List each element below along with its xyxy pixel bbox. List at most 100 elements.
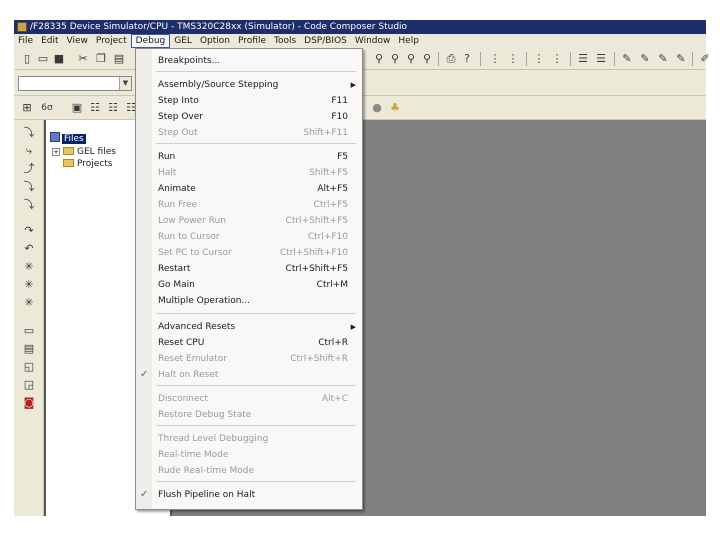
watch-icon[interactable]: 6σ [40, 101, 54, 115]
edit-tool-icon[interactable]: ✎ [620, 52, 634, 66]
chevron-down-icon[interactable]: ▼ [119, 77, 131, 90]
menu-item-reset-emulator[interactable]: Reset Emulator Ctrl+Shift+R [136, 351, 362, 367]
run-icon[interactable]: ↷ [21, 224, 37, 238]
menu-item-run[interactable]: Run F5 [136, 149, 362, 165]
step-out-icon[interactable]: ⤴ [21, 162, 37, 176]
menu-bar: File Edit View Project Debug GEL Option Profile… [14, 34, 706, 48]
menu-item-shortcut: Ctrl+Shift+F10 [279, 248, 348, 258]
outdent-icon[interactable]: ⋮ [550, 52, 564, 66]
menu-item-reset-cpu[interactable]: Reset CPU Ctrl+R [136, 335, 362, 351]
window-list-icon[interactable]: ⊞ [20, 101, 34, 115]
menu-tools[interactable]: Tools [270, 34, 300, 48]
tree-root-label[interactable]: Files [62, 134, 86, 144]
tree-item-projects[interactable]: Projects [63, 158, 112, 171]
menu-gel[interactable]: GEL [170, 34, 196, 48]
menu-profile[interactable]: Profile [234, 34, 270, 48]
menu-separator [156, 143, 356, 144]
menu-item-step-over[interactable]: Step Over F10 [136, 109, 362, 125]
menu-item-run-free[interactable]: Run Free Ctrl+F5 [136, 197, 362, 213]
menu-item-label: Breakpoints... [158, 56, 221, 66]
open-folder-icon[interactable]: ▭ [36, 52, 50, 66]
compile-icon[interactable]: ▣ [70, 101, 84, 115]
record-icon[interactable]: ◙ [21, 396, 37, 410]
menu-view[interactable]: View [63, 34, 92, 48]
menu-item-step-out[interactable]: Step Out Shift+F11 [136, 125, 362, 141]
multi-op-icon[interactable]: ✳ [21, 296, 37, 310]
menu-item-real-time-mode[interactable]: Real-time Mode [136, 447, 362, 463]
menu-debug[interactable]: Debug [130, 34, 171, 48]
menu-window[interactable]: Window [351, 34, 395, 48]
breakpoint-icon[interactable]: ● [370, 101, 384, 115]
print-icon[interactable]: ⎙ [444, 52, 458, 66]
menu-item-halt[interactable]: Halt Shift+F5 [136, 165, 362, 181]
paste-icon[interactable]: ▤ [112, 52, 126, 66]
menu-item-thread-level-debugging[interactable]: Thread Level Debugging [136, 431, 362, 447]
bookmark-next-icon[interactable]: ⋮ [506, 52, 520, 66]
find-icon[interactable]: ⚲ [372, 52, 386, 66]
menu-item-run-to-cursor[interactable]: Run to Cursor Ctrl+F10 [136, 229, 362, 245]
menu-item-step-into[interactable]: Step Into F11 [136, 93, 362, 109]
indent-icon[interactable]: ⋮ [532, 52, 546, 66]
align-right-icon[interactable]: ☰ [594, 52, 608, 66]
menu-item-set-pc-to-cursor[interactable]: Set PC to Cursor Ctrl+Shift+F10 [136, 245, 362, 261]
menu-item-rude-real-time-mode[interactable]: Rude Real-time Mode [136, 463, 362, 479]
menu-item-label: Halt on Reset [158, 370, 219, 380]
halt-icon[interactable]: ↶ [21, 242, 37, 256]
find-prev-icon[interactable]: ⚲ [404, 52, 418, 66]
menu-item-breakpoints[interactable]: Breakpoints... [136, 53, 362, 69]
menu-edit[interactable]: Edit [37, 34, 62, 48]
folder-icon [63, 147, 74, 155]
menu-item-disconnect[interactable]: Disconnect Alt+C [136, 391, 362, 407]
save-icon[interactable]: ■ [52, 52, 66, 66]
step-over-icon[interactable]: ⤷ [21, 144, 37, 158]
probe-point-icon[interactable]: ♣ [388, 101, 402, 115]
menu-project[interactable]: Project [92, 34, 131, 48]
menu-item-restore-debug-state[interactable]: Restore Debug State [136, 407, 362, 423]
cut-icon[interactable]: ✂ [76, 52, 90, 66]
copy-icon[interactable]: ❐ [94, 52, 108, 66]
menu-item-go-main[interactable]: Go Main Ctrl+M [136, 277, 362, 293]
menu-item-assembly-source-stepping[interactable]: Assembly/Source Stepping ▶ [136, 77, 362, 93]
call-stack-icon[interactable]: ◲ [21, 378, 37, 392]
menu-item-low-power-run[interactable]: Low Power Run Ctrl+Shift+F5 [136, 213, 362, 229]
tree-item-label[interactable]: Projects [77, 159, 112, 169]
toolbar-divider [570, 52, 571, 66]
menu-dsp-bios[interactable]: DSP/BIOS [300, 34, 351, 48]
registers-icon[interactable]: ▭ [21, 324, 37, 338]
bookmark-icon[interactable]: ⋮ [488, 52, 502, 66]
tree-item-label[interactable]: GEL files [77, 147, 116, 157]
rebuild-icon[interactable]: ☷ [106, 101, 120, 115]
menu-item-multiple-operation[interactable]: Multiple Operation... [136, 293, 362, 309]
disassembly-icon[interactable]: ◱ [21, 360, 37, 374]
tool-icon[interactable]: ✐ [698, 52, 712, 66]
menu-item-halt-on-reset[interactable]: ✓ Halt on Reset [136, 367, 362, 383]
run-to-cursor-icon[interactable]: ⤵ [21, 180, 37, 194]
edit-tool-4-icon[interactable]: ✎ [674, 52, 688, 66]
run-free-icon[interactable]: ✳ [21, 278, 37, 292]
window-title: /F28335 Device Simulator/CPU - TMS320C28… [30, 22, 408, 32]
step-into-icon[interactable]: ⤵ [21, 126, 37, 140]
find-in-files-icon[interactable]: ⚲ [420, 52, 434, 66]
find-next-icon[interactable]: ⚲ [388, 52, 402, 66]
build-icon[interactable]: ☷ [88, 101, 102, 115]
set-pc-icon[interactable]: ⤵ [21, 198, 37, 212]
menu-file[interactable]: File [14, 34, 37, 48]
edit-tool-2-icon[interactable]: ✎ [638, 52, 652, 66]
app-icon [17, 22, 27, 32]
menu-item-flush-pipeline-on-halt[interactable]: ✓ Flush Pipeline on Halt [136, 487, 362, 503]
expand-icon[interactable]: + [52, 148, 60, 156]
animate-icon[interactable]: ✳ [21, 260, 37, 274]
menu-help[interactable]: Help [394, 34, 423, 48]
project-select[interactable]: ▼ [18, 76, 132, 91]
menu-option[interactable]: Option [196, 34, 234, 48]
context-help-icon[interactable]: ? [460, 52, 474, 66]
menu-item-label: Real-time Mode [158, 450, 229, 460]
new-file-icon[interactable]: ▯ [20, 52, 34, 66]
memory-icon[interactable]: ▤ [21, 342, 37, 356]
tree-root[interactable]: Files [50, 132, 86, 145]
align-left-icon[interactable]: ☰ [576, 52, 590, 66]
menu-item-advanced-resets[interactable]: Advanced Resets ▶ [136, 319, 362, 335]
edit-tool-3-icon[interactable]: ✎ [656, 52, 670, 66]
menu-item-animate[interactable]: Animate Alt+F5 [136, 181, 362, 197]
menu-item-restart[interactable]: Restart Ctrl+Shift+F5 [136, 261, 362, 277]
